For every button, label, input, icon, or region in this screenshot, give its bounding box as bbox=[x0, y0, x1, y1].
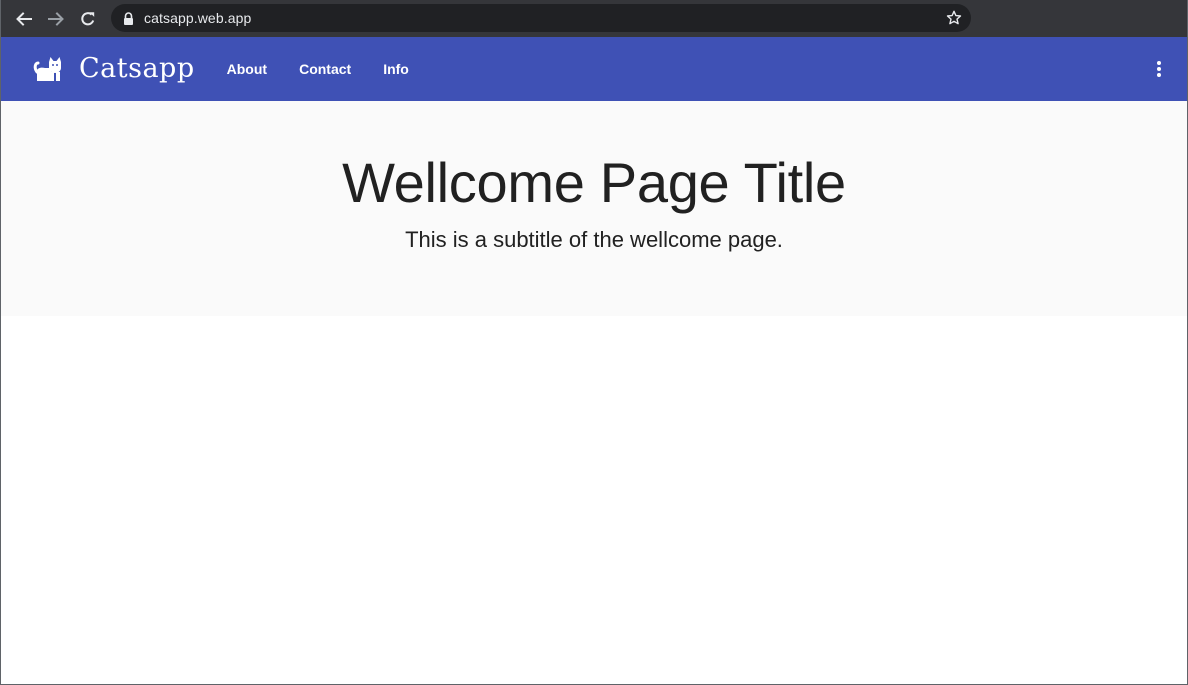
brand-title[interactable]: Catsapp bbox=[79, 55, 195, 82]
nav-info-link[interactable]: Info bbox=[367, 51, 425, 87]
app-toolbar: Catsapp About Contact Info bbox=[1, 37, 1187, 101]
arrow-left-icon bbox=[16, 11, 32, 26]
welcome-hero: Wellcome Page Title This is a subtitle o… bbox=[1, 101, 1187, 316]
nav-about-link[interactable]: About bbox=[211, 51, 283, 87]
reload-button[interactable] bbox=[72, 3, 104, 35]
forward-button[interactable] bbox=[40, 3, 72, 35]
back-button[interactable] bbox=[8, 3, 40, 35]
cat-icon bbox=[33, 54, 63, 84]
page-title: Wellcome Page Title bbox=[342, 151, 846, 214]
star-icon[interactable] bbox=[946, 10, 962, 26]
nav-contact-link[interactable]: Contact bbox=[283, 51, 367, 87]
browser-window: catsapp.web.app Catsapp About Contact In… bbox=[0, 0, 1188, 685]
reload-icon bbox=[81, 11, 95, 25]
address-bar[interactable]: catsapp.web.app bbox=[111, 4, 971, 32]
more-vertical-icon bbox=[1157, 61, 1161, 77]
more-menu-button[interactable] bbox=[1141, 53, 1177, 85]
browser-toolbar: catsapp.web.app bbox=[1, 0, 1187, 37]
page-subtitle: This is a subtitle of the wellcome page. bbox=[405, 227, 783, 252]
lock-icon bbox=[122, 11, 134, 25]
arrow-right-icon bbox=[48, 11, 64, 26]
url-text: catsapp.web.app bbox=[144, 10, 252, 26]
